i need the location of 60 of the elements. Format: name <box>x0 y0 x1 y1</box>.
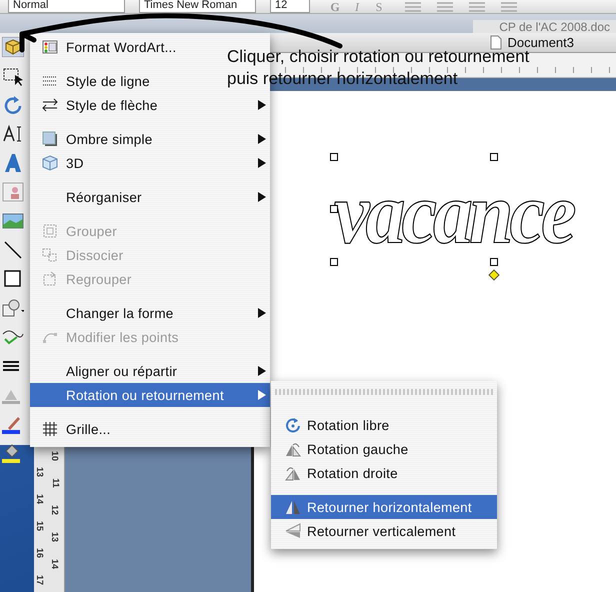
annotation-text: Cliquer, choisir rotation ou retournement <box>227 47 530 67</box>
ruler-number: 12 <box>50 505 62 515</box>
resize-handle[interactable] <box>490 258 498 266</box>
ruler-number: 14 <box>34 494 46 504</box>
rectangle-tool-icon[interactable] <box>2 269 24 289</box>
menu-item[interactable]: Changer la forme <box>30 301 270 325</box>
text-cursor-tool-icon[interactable] <box>2 124 24 144</box>
ruler-number: 16 <box>34 548 46 558</box>
menu-item[interactable]: Rotation libre <box>271 413 406 437</box>
rotate-tool-icon[interactable] <box>2 95 24 115</box>
menu-item[interactable]: Retourner horizontalement <box>271 495 497 519</box>
ruler-number: 11 <box>50 478 62 488</box>
ruler-number: 10 <box>50 451 62 461</box>
menu-item[interactable]: 3D <box>30 151 270 175</box>
ruler-number: 13 <box>50 532 62 542</box>
resize-handle[interactable] <box>330 153 338 161</box>
menu-item[interactable]: Ombre simple <box>30 127 270 151</box>
regroup-icon <box>42 271 58 287</box>
menu-item[interactable]: Aligner ou répartir <box>30 359 270 383</box>
menu-item[interactable]: Retourner verticalement <box>271 519 472 543</box>
adjust-handle[interactable] <box>488 269 500 281</box>
format-window-icon <box>42 39 58 55</box>
ruler-number: 15 <box>34 521 46 531</box>
menu-item[interactable]: Réorganiser <box>30 185 270 209</box>
window-title: CP de l'AC 2008.doc <box>473 20 616 33</box>
rotate-left-icon <box>285 441 301 457</box>
wordart-tool-icon[interactable] <box>2 153 24 173</box>
landscape-tool-icon[interactable] <box>2 211 24 231</box>
selection-tool-icon[interactable] <box>2 66 24 86</box>
ruler-number: 13 <box>34 467 46 477</box>
menu-item[interactable]: Style de flèche <box>30 93 270 117</box>
group-icon <box>42 223 58 239</box>
window-title: Document3 <box>508 35 574 50</box>
menu-item[interactable]: Style de ligne <box>30 69 166 93</box>
menu-item[interactable]: Rotation gauche <box>271 437 424 461</box>
menu-item[interactable]: Format WordArt... <box>30 35 192 59</box>
ungroup-icon <box>42 247 58 263</box>
resize-handle[interactable] <box>330 258 338 266</box>
ruler-number: 17 <box>34 575 46 585</box>
double-arrow-icon <box>42 97 58 113</box>
ruler-number: 14 <box>50 559 62 569</box>
grid-icon <box>42 421 58 437</box>
shapes-tool-icon[interactable] <box>2 298 24 318</box>
rotate-right-icon <box>285 465 301 481</box>
font-dropdown[interactable]: Times New Roman <box>139 0 256 13</box>
tear-off-handle[interactable] <box>275 389 493 395</box>
font-size-dropdown[interactable]: 12 <box>270 0 310 13</box>
shadow-square-icon <box>42 131 58 147</box>
document-icon <box>490 35 502 50</box>
line-tool-icon[interactable] <box>2 240 24 260</box>
style-dropdown[interactable]: Normal <box>8 0 125 13</box>
flip-vertical-icon <box>285 523 301 539</box>
menu-item[interactable]: Grille... <box>30 417 127 441</box>
flip-horizontal-icon <box>285 499 301 515</box>
rotate-icon <box>285 417 301 433</box>
wordart-text[interactable]: vacance <box>334 159 573 269</box>
resize-handle[interactable] <box>490 153 498 161</box>
menu-item[interactable]: Rotation droite <box>271 461 414 485</box>
menu-item[interactable]: Rotation ou retournement <box>30 383 270 407</box>
cube-icon <box>42 155 58 171</box>
